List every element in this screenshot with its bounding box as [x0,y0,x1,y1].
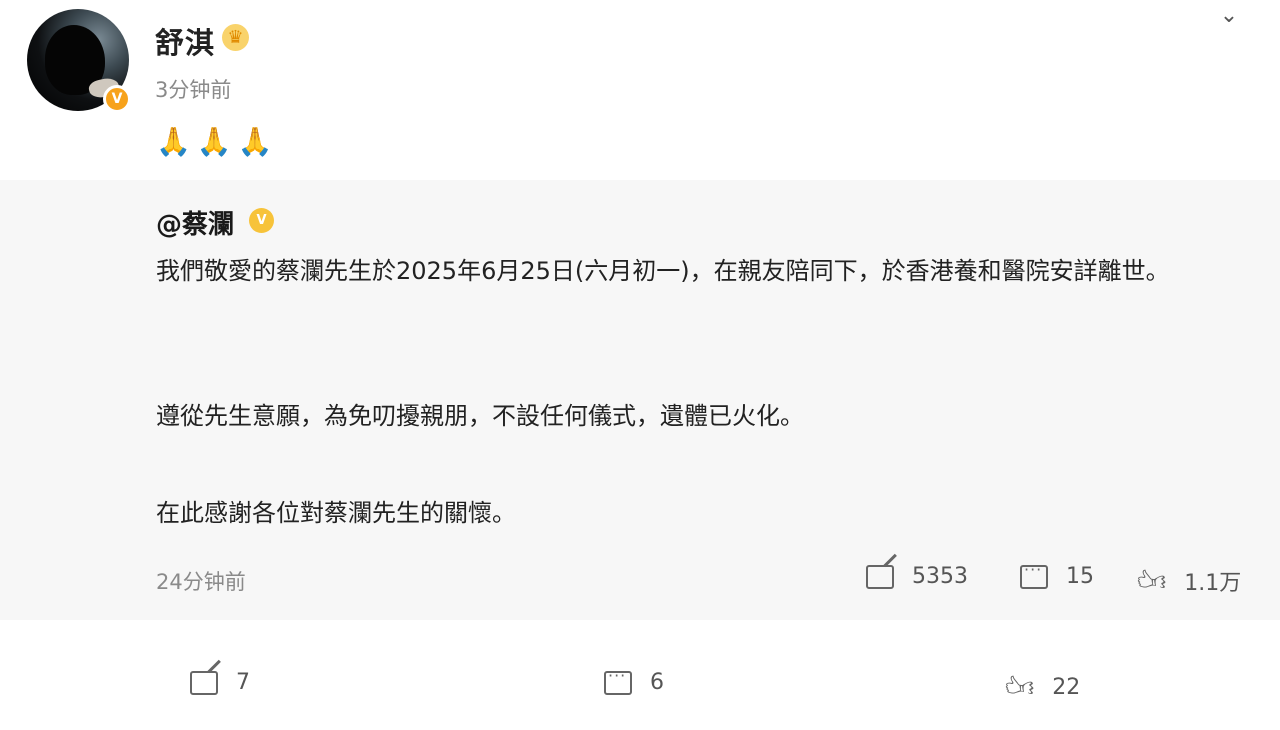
post-time: 3分钟前 [155,78,232,102]
chevron-down-icon[interactable]: ⌄ [1212,4,1246,28]
repost-comment-button[interactable]: 15 [1020,560,1094,589]
share-icon [866,564,894,589]
comment-icon [604,666,632,695]
like-count: 22 [1052,674,1081,700]
verified-badge-icon: V [103,85,131,113]
author-name[interactable]: 舒淇 [155,20,215,62]
like-button[interactable]: 👍︎ 22 [1005,670,1080,704]
post-text: 🙏🙏🙏 [156,125,279,158]
crown-icon[interactable]: ♛ [222,24,249,51]
share-button[interactable]: 7 [190,670,250,695]
repost-paragraph: 遵從先生意願，為免叨擾親朋，不設任何儀式，遺體已火化。 [156,402,804,430]
comment-count: 6 [650,670,664,695]
repost-like-count: 1.1万 [1184,571,1242,596]
post-header: V 舒淇 ♛ 3分钟前 ⌄ 🙏🙏🙏 [0,0,1280,180]
repost-comment-count: 15 [1066,564,1094,589]
action-bar: 7 6 👍︎ 22 [0,620,1280,730]
like-icon: 👍︎ [1137,564,1167,597]
repost-share-count: 5353 [912,564,968,589]
verified-badge-icon: V [249,208,274,233]
original-post-time: 24分钟前 [156,570,246,594]
share-icon [190,670,218,695]
repost-like-button[interactable]: 👍︎ 1.1万 [1137,564,1241,598]
repost-paragraph: 我們敬愛的蔡瀾先生於2025年6月25日(六月初一)，在親友陪同下，於香港養和醫… [156,257,1170,285]
comment-icon [1020,560,1048,589]
repost-paragraph: 在此感謝各位對蔡瀾先生的關懷。 [156,499,516,527]
comment-button[interactable]: 6 [604,666,664,695]
share-count: 7 [236,670,250,695]
original-author[interactable]: @蔡瀾 [156,204,234,241]
reposted-content[interactable]: @蔡瀾 V 我們敬愛的蔡瀾先生於2025年6月25日(六月初一)，在親友陪同下，… [0,180,1280,620]
like-icon: 👍︎ [1005,670,1035,703]
repost-share-button[interactable]: 5353 [866,564,968,589]
